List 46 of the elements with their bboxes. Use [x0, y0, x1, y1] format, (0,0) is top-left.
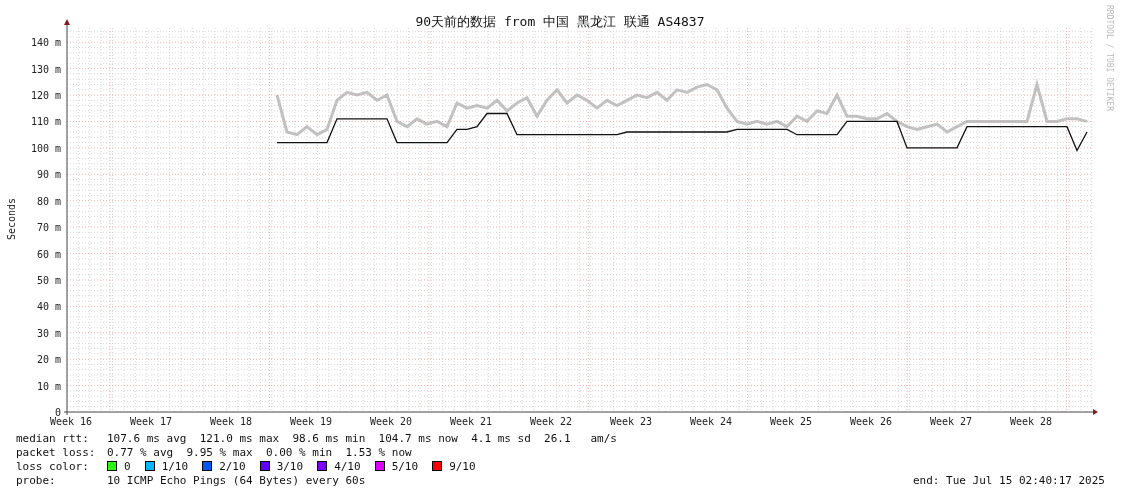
- x-tick-label: Week 24: [689, 416, 733, 427]
- x-tick-label: Week 19: [289, 416, 333, 427]
- y-tick-label: 120 m: [30, 90, 61, 102]
- y-tick-label: 60 m: [36, 248, 61, 260]
- y-tick-label: 80 m: [36, 195, 61, 207]
- legend-label: median rtt:: [16, 431, 90, 445]
- x-tick-label: Week 23: [609, 416, 653, 427]
- x-tick-label: Week 22: [529, 416, 573, 427]
- loss-color-label: 5/10: [391, 459, 419, 473]
- loss-color-label: 9/10: [449, 459, 476, 473]
- y-tick-label: 90 m: [36, 169, 61, 181]
- loss-color-label: 1/10: [161, 459, 189, 473]
- y-tick-label: 70 m: [36, 222, 61, 234]
- x-tick-label: Week 18: [209, 416, 253, 427]
- x-tick-label: Week 16: [49, 416, 93, 427]
- loss-color-label: 2/10: [219, 459, 246, 473]
- chart-title: 90天前的数据 from 中国 黑龙江 联通 AS4837: [415, 14, 705, 29]
- x-tick-label: Week 27: [929, 416, 973, 427]
- y-tick-label: 30 m: [36, 327, 61, 339]
- loss-color-label: 3/10: [276, 459, 304, 473]
- legend-label: loss color:: [16, 459, 90, 473]
- x-tick-label: Week 25: [769, 416, 813, 427]
- probe-description: 10 ICMP Echo Pings (64 Bytes) every 60s: [107, 473, 366, 487]
- x-tick-label: Week 28: [1009, 416, 1053, 427]
- watermark: RRDTOOL / TOBI OETIKER: [1105, 5, 1114, 111]
- x-tick-label: Week 21: [449, 416, 493, 427]
- y-axis-title: Seconds: [6, 197, 17, 241]
- x-tick-label: Week 26: [849, 416, 893, 427]
- y-tick-label: 50 m: [36, 274, 61, 286]
- y-tick-label: 10 m: [36, 380, 61, 392]
- y-tick-label: 100 m: [30, 142, 61, 154]
- y-tick-label: 0: [54, 407, 61, 418]
- y-tick-label: 140 m: [30, 37, 61, 49]
- loss-color-label: 4/10: [334, 459, 361, 473]
- x-tick-label: Week 20: [369, 416, 413, 427]
- y-tick-label: 20 m: [36, 354, 61, 366]
- packet-loss-stats: 0.77 % avg 9.95 % max 0.00 % min 1.53 % now: [107, 445, 412, 459]
- median-rtt-stats: 107.6 ms avg 121.0 ms max 98.6 ms min 104.7 ms now 4.1 ms sd 26.1 am/s: [107, 431, 617, 445]
- loss-color-label: 0: [124, 459, 131, 473]
- y-tick-label: 110 m: [30, 116, 61, 128]
- legend-label: probe:: [16, 473, 57, 487]
- end-timestamp: end: Tue Jul 15 02:40:17 2025: [912, 473, 1105, 487]
- y-tick-label: 40 m: [36, 301, 61, 313]
- legend-label: packet loss:: [16, 445, 97, 459]
- y-tick-label: 130 m: [30, 63, 61, 75]
- x-tick-label: Week 17: [129, 416, 173, 427]
